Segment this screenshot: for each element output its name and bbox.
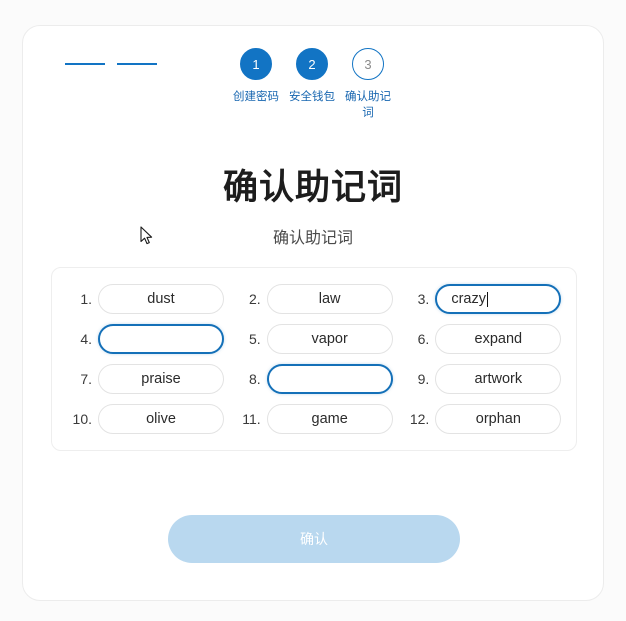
mnemonic-index-2: 2.	[248, 291, 261, 307]
stepper-label-2: 安全钱包	[289, 91, 335, 103]
mnemonic-word-input-4[interactable]	[98, 324, 224, 354]
mnemonic-word-value-9: artwork	[474, 371, 523, 387]
text-caret-3	[486, 291, 488, 307]
mnemonic-cell-12: 12. orphan	[401, 404, 564, 434]
mnemonic-word-input-9[interactable]: artwork	[435, 364, 562, 394]
stepper-circle-2: 2	[296, 48, 328, 80]
page-root: 1 创建密码 2 安全钱包 3 确认助记词 确认助记词 确认助记词 1. dus…	[0, 0, 626, 621]
mnemonic-word-value-12: orphan	[475, 411, 521, 427]
mnemonic-index-10: 10.	[72, 411, 92, 427]
mnemonic-cell-11: 11. game	[233, 404, 396, 434]
mnemonic-word-input-11[interactable]: game	[266, 404, 393, 434]
stepper-circle-1: 1	[240, 48, 272, 80]
mnemonic-word-input-1[interactable]: dust	[98, 284, 224, 314]
mnemonic-word-input-2[interactable]: law	[266, 284, 393, 314]
mnemonic-word-input-5[interactable]: vapor	[266, 324, 393, 354]
mnemonic-index-12: 12.	[409, 411, 430, 427]
stepper-label-3: 确认助记词	[345, 91, 391, 119]
mnemonic-cell-5: 5. vapor	[233, 324, 396, 354]
stepper-number-2: 2	[308, 56, 316, 72]
page-title: 确认助记词	[222, 168, 403, 207]
mnemonic-word-input-3[interactable]: crazy	[435, 284, 562, 314]
mnemonic-index-8: 8.	[248, 371, 261, 387]
mnemonic-index-5: 5.	[248, 331, 261, 347]
mnemonic-cell-7: 7. praise	[64, 364, 227, 394]
mnemonic-word-value-1: dust	[147, 291, 175, 307]
progress-stepper: 1 创建密码 2 安全钱包 3 确认助记词	[23, 48, 603, 121]
mnemonic-word-value-2: law	[318, 291, 341, 307]
mnemonic-word-value-11: game	[311, 411, 348, 427]
mnemonic-word-input-6[interactable]: expand	[435, 324, 562, 354]
mnemonic-index-6: 6.	[417, 331, 430, 347]
mnemonic-cell-6: 6. expand	[401, 324, 564, 354]
page-subtitle: 确认助记词	[272, 230, 353, 247]
mnemonic-index-1: 1.	[80, 291, 92, 307]
mnemonic-word-input-12[interactable]: orphan	[435, 404, 562, 434]
stepper-track: 1 创建密码 2 安全钱包 3 确认助记词	[65, 48, 398, 121]
mnemonic-word-input-10[interactable]: olive	[98, 404, 224, 434]
stepper-connector-2-3	[117, 63, 157, 65]
mnemonic-cell-9: 9. artwork	[401, 364, 564, 394]
mnemonic-word-value-7: praise	[141, 371, 181, 387]
mnemonic-word-value-10: olive	[146, 411, 176, 427]
mnemonic-word-value-5: vapor	[311, 331, 348, 347]
mnemonic-word-value-6: expand	[474, 331, 523, 347]
mnemonic-cell-8: 8.	[233, 364, 396, 394]
mnemonic-grid-container: 1. dust 2. law 3. crazy 4. 5. vapor 6. e…	[51, 267, 577, 451]
mnemonic-index-9: 9.	[417, 371, 430, 387]
stepper-step-1[interactable]: 1 创建密码	[228, 48, 284, 106]
mnemonic-word-value-3: crazy	[451, 291, 486, 307]
mnemonic-word-input-8[interactable]	[266, 364, 393, 394]
stepper-label-1: 创建密码	[233, 91, 279, 103]
stepper-number-3: 3	[364, 56, 372, 72]
mnemonic-grid: 1. dust 2. law 3. crazy 4. 5. vapor 6. e…	[64, 284, 564, 434]
stepper-step-2[interactable]: 2 安全钱包	[284, 48, 340, 106]
mnemonic-index-4: 4.	[80, 331, 92, 347]
mnemonic-index-11: 11.	[242, 411, 261, 427]
mnemonic-index-7: 7.	[80, 371, 92, 387]
stepper-connector-1-2	[65, 63, 105, 65]
mnemonic-cell-10: 10. olive	[64, 404, 227, 434]
onboarding-card: 1 创建密码 2 安全钱包 3 确认助记词 确认助记词 确认助记词 1. dus…	[22, 25, 604, 601]
mnemonic-cell-4: 4.	[64, 324, 227, 354]
mnemonic-cell-2: 2. law	[233, 284, 396, 314]
mnemonic-word-input-7[interactable]: praise	[98, 364, 224, 394]
mnemonic-index-3: 3.	[417, 291, 430, 307]
stepper-step-3[interactable]: 3 确认助记词	[340, 48, 396, 121]
stepper-number-1: 1	[252, 56, 260, 72]
mnemonic-cell-3: 3. crazy	[401, 284, 564, 314]
mnemonic-cell-1: 1. dust	[64, 284, 227, 314]
confirm-button[interactable]: 确认	[168, 515, 460, 563]
stepper-circle-3: 3	[352, 48, 384, 80]
